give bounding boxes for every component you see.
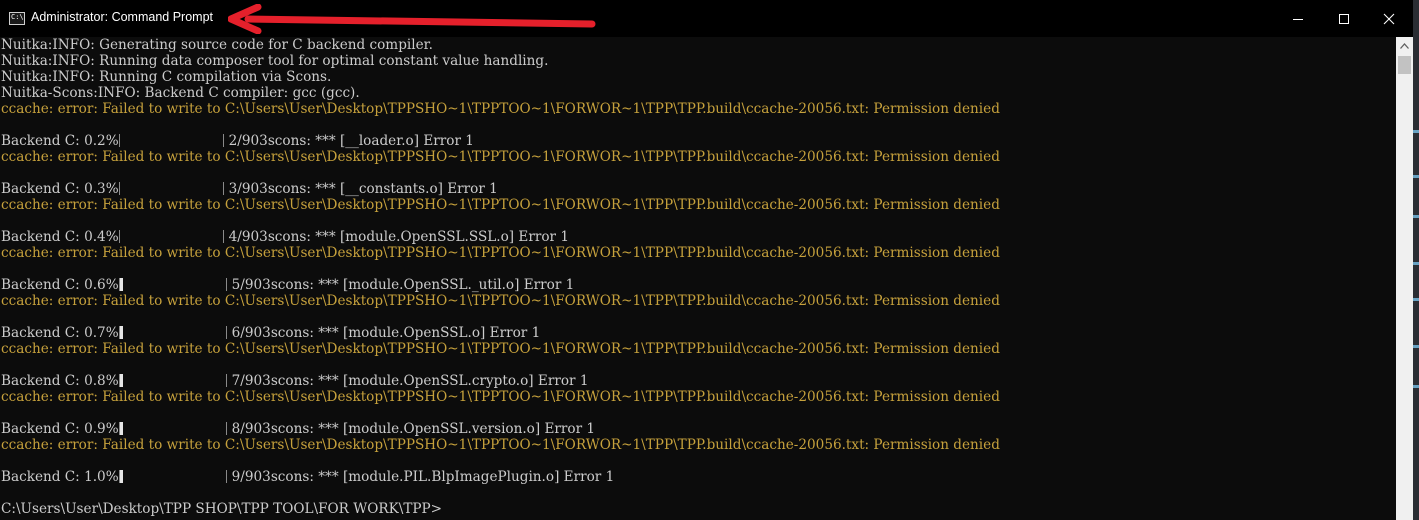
- console-line: Nuitka:INFO: Running data composer tool …: [1, 53, 1395, 69]
- line-text: ccache: error: Failed to write to C:\Use…: [1, 389, 1000, 405]
- line-text: Nuitka-Scons:INFO: Backend C compiler: g…: [1, 85, 360, 101]
- progress-line: Backend C: 0.3% 3/903scons: *** [__const…: [1, 181, 1395, 197]
- minimize-button[interactable]: [1275, 0, 1321, 37]
- progress-bar: [118, 421, 228, 437]
- scroll-up-button[interactable]: [1396, 37, 1413, 54]
- progress-bar-track: [123, 421, 227, 437]
- line-text: Nuitka:INFO: Running C compilation via S…: [1, 69, 332, 85]
- progress-bar-track: [120, 133, 224, 149]
- background-window-edge: [1413, 0, 1419, 520]
- progress-line: Backend C: 0.7% 6/903scons: *** [module.…: [1, 325, 1395, 341]
- progress-status: 8/903scons: *** [module.OpenSSL.version.…: [227, 421, 596, 437]
- console-line: ccache: error: Failed to write to C:\Use…: [1, 197, 1395, 213]
- progress-bar: [118, 325, 228, 341]
- progress-bar-track: [120, 229, 224, 245]
- progress-line: Backend C: 0.2% 2/903scons: *** [__loade…: [1, 133, 1395, 149]
- cmd-icon-text: C:\: [11, 13, 24, 21]
- console-line: Nuitka:INFO: Running C compilation via S…: [1, 69, 1395, 85]
- progress-label: Backend C: 0.8%: [1, 373, 119, 389]
- minimize-icon: [1293, 18, 1303, 20]
- vertical-scrollbar[interactable]: [1396, 37, 1413, 520]
- console-line: Nuitka-Scons:INFO: Backend C compiler: g…: [1, 85, 1395, 101]
- console-line: ccache: error: Failed to write to C:\Use…: [1, 437, 1395, 453]
- progress-bar: [118, 277, 228, 293]
- progress-status: 2/903scons: *** [__loader.o] Error 1: [224, 133, 474, 149]
- console-line: ccache: error: Failed to write to C:\Use…: [1, 245, 1395, 261]
- progress-status: 5/903scons: *** [module.OpenSSL._util.o]…: [227, 277, 575, 293]
- console-line: ccache: error: Failed to write to C:\Use…: [1, 341, 1395, 357]
- console-line: ccache: error: Failed to write to C:\Use…: [1, 389, 1395, 405]
- progress-line: Backend C: 0.6% 5/903scons: *** [module.…: [1, 277, 1395, 293]
- line-text: ccache: error: Failed to write to C:\Use…: [1, 293, 1000, 309]
- command-prompt-window: C:\ Administrator: Command Prompt Nuitka…: [0, 0, 1416, 520]
- line-text: ccache: error: Failed to write to C:\Use…: [1, 437, 1000, 453]
- progress-line: Backend C: 0.4% 4/903scons: *** [module.…: [1, 229, 1395, 245]
- line-text: ccache: error: Failed to write to C:\Use…: [1, 341, 1000, 357]
- progress-label: Backend C: 1.0%: [1, 469, 119, 485]
- line-text: ccache: error: Failed to write to C:\Use…: [1, 245, 1000, 261]
- console-line: ccache: error: Failed to write to C:\Use…: [1, 149, 1395, 165]
- console-line: ccache: error: Failed to write to C:\Use…: [1, 101, 1395, 117]
- line-text: Nuitka:INFO: Running data composer tool …: [1, 53, 549, 69]
- line-text: ccache: error: Failed to write to C:\Use…: [1, 149, 1000, 165]
- maximize-icon: [1339, 13, 1349, 24]
- progress-bar-track: [123, 373, 227, 389]
- progress-bar-track: [123, 277, 227, 293]
- line-text: Nuitka:INFO: Generating source code for …: [1, 37, 433, 53]
- scroll-up-icon: [1400, 42, 1409, 49]
- window-title: Administrator: Command Prompt: [31, 10, 214, 24]
- progress-line: Backend C: 0.9% 8/903scons: *** [module.…: [1, 421, 1395, 437]
- progress-status: 6/903scons: *** [module.OpenSSL.o] Error…: [227, 325, 541, 341]
- progress-bar-track: [123, 469, 227, 485]
- maximize-button[interactable]: [1321, 0, 1367, 37]
- progress-bar-track: [123, 325, 227, 341]
- close-button[interactable]: [1366, 0, 1412, 37]
- prompt-text: C:\Users\User\Desktop\TPP SHOP\TPP TOOL\…: [1, 501, 443, 517]
- progress-status: 9/903scons: *** [module.PIL.BlpImagePlug…: [227, 469, 615, 485]
- console-output[interactable]: Nuitka:INFO: Generating source code for …: [1, 37, 1395, 520]
- progress-status: 3/903scons: *** [__constants.o] Error 1: [224, 181, 498, 197]
- progress-label: Backend C: 0.4%: [1, 229, 119, 245]
- progress-label: Backend C: 0.6%: [1, 277, 119, 293]
- line-text: ccache: error: Failed to write to C:\Use…: [1, 197, 1000, 213]
- progress-label: Backend C: 0.2%: [1, 133, 119, 149]
- progress-label: Backend C: 0.3%: [1, 181, 119, 197]
- progress-bar: [118, 229, 225, 245]
- command-prompt-line: C:\Users\User\Desktop\TPP SHOP\TPP TOOL\…: [1, 501, 1395, 517]
- progress-line: Backend C: 0.8% 7/903scons: *** [module.…: [1, 373, 1395, 389]
- scroll-thumb[interactable]: [1398, 56, 1411, 74]
- progress-bar: [118, 469, 228, 485]
- progress-line: Backend C: 1.0% 9/903scons: *** [module.…: [1, 469, 1395, 485]
- red-arrow-annotation: [228, 4, 596, 34]
- progress-status: 7/903scons: *** [module.OpenSSL.crypto.o…: [227, 373, 589, 389]
- progress-bar: [118, 181, 225, 197]
- progress-label: Backend C: 0.7%: [1, 325, 119, 341]
- title-bar[interactable]: C:\ Administrator: Command Prompt: [0, 0, 1416, 37]
- progress-bar: [118, 373, 228, 389]
- progress-bar-track: [120, 181, 224, 197]
- cmd-icon: C:\: [9, 12, 25, 25]
- console-line: ccache: error: Failed to write to C:\Use…: [1, 293, 1395, 309]
- console-line: Nuitka:INFO: Generating source code for …: [1, 37, 1395, 53]
- progress-label: Backend C: 0.9%: [1, 421, 119, 437]
- line-text: ccache: error: Failed to write to C:\Use…: [1, 101, 1000, 117]
- progress-bar: [118, 133, 225, 149]
- progress-status: 4/903scons: *** [module.OpenSSL.SSL.o] E…: [224, 229, 569, 245]
- close-icon: [1383, 13, 1395, 24]
